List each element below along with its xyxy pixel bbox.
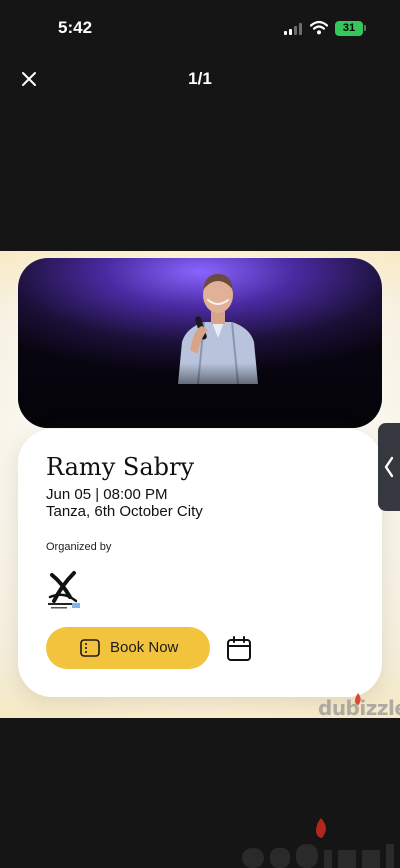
bottom-watermark-shapes bbox=[242, 844, 394, 868]
battery-icon: 31 bbox=[335, 21, 363, 36]
listing-photo: Ramy Sabry Jun 05 | 08:00 PM Tanza, 6th … bbox=[0, 251, 400, 718]
viewer-header: 1/1 bbox=[0, 56, 400, 106]
book-now-button[interactable]: Book Now bbox=[46, 627, 210, 669]
wifi-icon bbox=[310, 20, 328, 35]
battery-tip bbox=[364, 25, 366, 31]
side-drawer-handle[interactable] bbox=[378, 423, 400, 511]
event-venue: Tanza, 6th October City bbox=[46, 503, 203, 520]
event-title: Ramy Sabry bbox=[46, 453, 195, 481]
battery-level: 31 bbox=[342, 22, 356, 34]
dubizzle-watermark: dubizzle bbox=[318, 693, 400, 718]
calendar-icon[interactable] bbox=[226, 636, 252, 662]
event-datetime: Jun 05 | 08:00 PM bbox=[46, 486, 168, 503]
event-card: Ramy Sabry Jun 05 | 08:00 PM Tanza, 6th … bbox=[18, 429, 382, 697]
ticket-icon bbox=[80, 639, 100, 657]
flame-icon bbox=[316, 818, 326, 838]
bottom-watermark bbox=[238, 818, 400, 868]
organizer-logo bbox=[48, 571, 80, 609]
hero-shadow bbox=[18, 363, 382, 428]
organized-by-label: Organized by bbox=[46, 541, 112, 553]
signal-icon bbox=[284, 23, 304, 35]
page-counter: 1/1 bbox=[188, 69, 212, 88]
watermark-text: dubizzle bbox=[318, 696, 400, 718]
chevron-left-icon bbox=[384, 456, 394, 478]
book-now-label: Book Now bbox=[110, 639, 179, 656]
event-hero-image bbox=[18, 258, 382, 428]
status-time: 5:42 bbox=[58, 18, 93, 37]
status-bar: 5:42 31 bbox=[0, 0, 400, 56]
